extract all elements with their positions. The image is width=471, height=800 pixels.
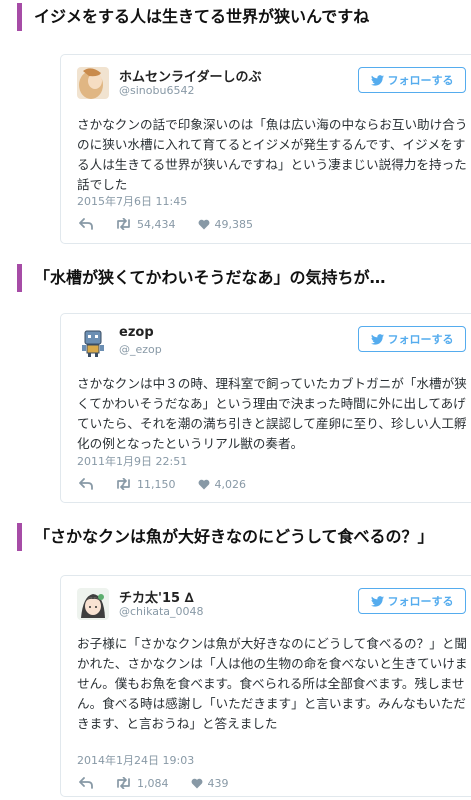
reply-button[interactable]: [79, 478, 93, 490]
retweet-count: 11,150: [137, 477, 176, 491]
robot-avatar-icon: [77, 326, 109, 358]
like-count: 4,026: [214, 477, 247, 491]
photo-avatar-icon: [77, 67, 109, 99]
avatar[interactable]: [77, 588, 109, 620]
like-button[interactable]: 439: [191, 777, 229, 790]
heart-icon: [191, 778, 202, 788]
retweet-button[interactable]: 1,084: [115, 777, 169, 790]
tweet-date[interactable]: 2011年1月9日 22:51: [77, 453, 187, 469]
reply-button[interactable]: [79, 777, 93, 789]
reply-icon: [79, 218, 93, 230]
tweet-card-1[interactable]: ホムセンライダーしのぶ @sinobu6542 フォローする さかなクンの話で印…: [60, 54, 471, 244]
retweet-button[interactable]: 54,434: [115, 218, 176, 231]
tweet-date[interactable]: 2014年1月24日 19:03: [77, 752, 194, 768]
tweet-text: さかなクンの話で印象深いのは「魚は広い海の中ならお互い助け合うのに狭い水槽に入れ…: [77, 117, 468, 192]
section-heading-3: 「さかなクンは魚が大好きなのにどうして食べるの？」: [17, 523, 471, 551]
user-handle[interactable]: @sinobu6542: [119, 84, 194, 97]
retweet-count: 54,434: [137, 217, 176, 231]
reply-icon: [79, 478, 93, 490]
like-button[interactable]: 49,385: [198, 217, 254, 231]
twitter-bird-icon: [370, 333, 384, 345]
user-name[interactable]: ezop: [119, 325, 154, 340]
tweet-actions: 1,084 439: [79, 775, 251, 791]
follow-button[interactable]: フォローする: [358, 326, 466, 352]
tweet-text: お子様に「さかなクンは魚が大好きなのにどうして食べるの？」と聞かれた、さかなクン…: [77, 636, 468, 731]
tweet-text: さかなクンは中３の時、理科室で飼っていたカブトガニが「水槽が狭くてかわいそうだな…: [77, 376, 467, 451]
follow-button[interactable]: フォローする: [358, 67, 466, 93]
follow-button-label: フォローする: [387, 74, 454, 87]
like-count: 49,385: [214, 217, 254, 231]
reply-button[interactable]: [79, 218, 93, 230]
retweet-icon: [117, 777, 130, 789]
avatar[interactable]: [77, 326, 109, 358]
follow-button-label: フォローする: [387, 595, 454, 608]
tweet-actions: 11,150 4,026: [79, 476, 268, 492]
like-button[interactable]: 4,026: [198, 477, 247, 491]
tweet-actions: 54,434 49,385: [79, 216, 275, 232]
follow-button[interactable]: フォローする: [358, 588, 466, 614]
tweet-card-2[interactable]: ezop @_ezop フォローする さかなクンは中３の時、理科室で飼っていたカ…: [60, 313, 471, 503]
tweet-card-3[interactable]: チカ太'15 ∆ @chikata_0048 フォローする お子様に「さかなクン…: [60, 575, 471, 797]
retweet-icon: [117, 478, 130, 490]
heart-icon: [198, 479, 209, 489]
user-handle[interactable]: @_ezop: [119, 343, 162, 356]
anime-avatar-icon: [77, 588, 109, 620]
twitter-bird-icon: [370, 595, 384, 607]
heart-icon: [198, 219, 209, 229]
twitter-bird-icon: [370, 74, 384, 86]
retweet-button[interactable]: 11,150: [115, 478, 176, 491]
user-name[interactable]: チカ太'15 ∆: [119, 587, 194, 606]
follow-button-label: フォローする: [387, 333, 454, 346]
retweet-count: 1,084: [137, 776, 169, 790]
user-name[interactable]: ホムセンライダーしのぶ: [119, 66, 261, 85]
section-heading-1: イジメをする人は生きてる世界が狭いんですね: [17, 3, 471, 31]
reply-icon: [79, 777, 93, 789]
like-count: 439: [207, 776, 229, 790]
tweet-date[interactable]: 2015年7月6日 11:45: [77, 193, 187, 209]
avatar[interactable]: [77, 67, 109, 99]
retweet-icon: [117, 218, 130, 230]
user-handle[interactable]: @chikata_0048: [119, 605, 204, 618]
section-heading-2: 「水槽が狭くてかわいそうだなあ」の気持ちが…: [17, 264, 471, 292]
